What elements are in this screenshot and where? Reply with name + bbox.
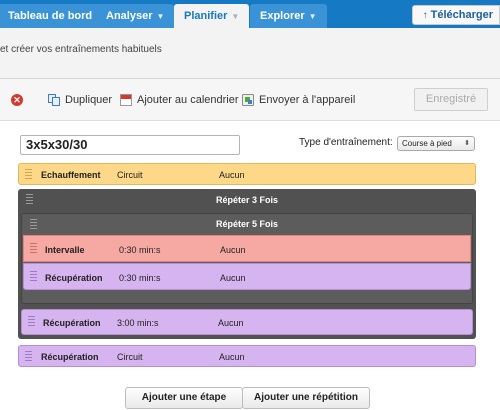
step-name: Echauffement: [41, 170, 101, 180]
repeat-header[interactable]: Répéter 3 Fois: [18, 189, 476, 211]
step-target: Aucun: [219, 352, 245, 362]
toolbar: ✕ Dupliquer Ajouter au calendrier Envoye…: [0, 79, 500, 121]
step-target: Aucun: [218, 318, 244, 328]
step-name: Intervalle: [45, 245, 85, 255]
step-name: Récupération: [45, 273, 103, 283]
arrow-up-icon: ↑: [422, 10, 428, 21]
add-to-calendar-button[interactable]: Ajouter au calendrier: [120, 94, 239, 106]
step-duration: 0:30 min:s: [119, 273, 161, 283]
step-warmup[interactable]: Echauffement Circuit Aucun: [18, 163, 476, 185]
drag-handle-icon[interactable]: [30, 219, 37, 231]
step-target: Aucun: [220, 245, 246, 255]
delete-icon: ✕: [11, 94, 23, 106]
drag-handle-icon[interactable]: [30, 271, 37, 283]
duplicate-icon: [48, 94, 60, 106]
drag-handle-icon[interactable]: [25, 169, 32, 181]
step-recovery[interactable]: Récupération 3:00 min:s Aucun: [21, 309, 473, 335]
repeat-label: Répéter 3 Fois: [215, 195, 279, 205]
chevron-down-icon: ▼: [308, 12, 317, 21]
page-subtitle: et créer vos entraînements habituels: [0, 44, 162, 55]
select-arrows-icon: ⬍: [464, 140, 470, 147]
workout-type-value: Course à pied: [402, 139, 452, 148]
duplicate-label: Dupliquer: [65, 94, 113, 106]
delete-button[interactable]: ✕: [11, 94, 28, 106]
step-target: Aucun: [219, 170, 245, 180]
send-to-device-icon: [242, 94, 254, 106]
tab-analyze[interactable]: Analyser ▼: [96, 4, 175, 28]
calendar-icon: [120, 94, 132, 106]
calendar-label: Ajouter au calendrier: [137, 94, 239, 106]
workout-name-input[interactable]: 3x5x30/30: [20, 135, 240, 155]
chevron-down-icon: ▼: [156, 12, 165, 21]
step-interval[interactable]: Intervalle 0:30 min:s Aucun: [23, 235, 471, 262]
step-duration: Circuit: [117, 170, 143, 180]
step-duration: 0:30 min:s: [119, 245, 161, 255]
tab-plan[interactable]: Planifier ▼: [174, 4, 250, 28]
step-duration: 3:00 min:s: [117, 318, 159, 328]
workout-type-label: Type d'entraînement:: [299, 137, 393, 148]
duplicate-button[interactable]: Dupliquer: [48, 94, 112, 106]
add-step-button[interactable]: Ajouter une étape: [125, 387, 243, 409]
chevron-down-icon: ▼: [231, 12, 240, 21]
download-label: Télécharger: [430, 9, 493, 21]
download-button[interactable]: ↑ Télécharger: [411, 5, 500, 25]
send-label: Envoyer à l'appareil: [259, 94, 356, 106]
repeat-block-outer[interactable]: Répéter 3 Fois Répéter 5 Fois Intervalle…: [18, 189, 476, 339]
tab-explore[interactable]: Explorer ▼: [250, 4, 327, 28]
step-recovery[interactable]: Récupération Circuit Aucun: [18, 345, 476, 367]
repeat-block-inner[interactable]: Répéter 5 Fois Intervalle 0:30 min:s Auc…: [21, 213, 473, 304]
drag-handle-icon[interactable]: [25, 351, 32, 363]
tab-label: Tableau de bord: [8, 10, 93, 22]
workout-panel: ✕ Dupliquer Ajouter au calendrier Envoye…: [0, 78, 500, 410]
repeat-header[interactable]: Répéter 5 Fois: [22, 214, 472, 234]
tab-label: Planifier: [184, 10, 228, 22]
step-target: Aucun: [220, 273, 246, 283]
drag-handle-icon[interactable]: [30, 243, 37, 255]
save-button[interactable]: Enregistré: [414, 88, 488, 111]
top-nav: Tableau de bord Analyser ▼ Planifier ▼ Exp…: [0, 0, 500, 28]
step-duration: Circuit: [117, 352, 143, 362]
drag-handle-icon[interactable]: [26, 194, 33, 206]
step-name: Récupération: [43, 318, 101, 328]
add-repeat-button[interactable]: Ajouter une répétition: [242, 387, 370, 409]
repeat-label: Répéter 5 Fois: [215, 219, 279, 229]
step-recovery[interactable]: Récupération 0:30 min:s Aucun: [23, 263, 471, 290]
tab-dashboard[interactable]: Tableau de bord: [0, 4, 103, 28]
tab-label: Analyser: [106, 10, 153, 22]
send-to-device-button[interactable]: Envoyer à l'appareil: [242, 94, 355, 106]
workout-type-select[interactable]: Course à pied ⬍: [397, 136, 475, 151]
tab-label: Explorer: [260, 10, 305, 22]
drag-handle-icon[interactable]: [28, 316, 35, 328]
step-name: Récupération: [41, 352, 99, 362]
